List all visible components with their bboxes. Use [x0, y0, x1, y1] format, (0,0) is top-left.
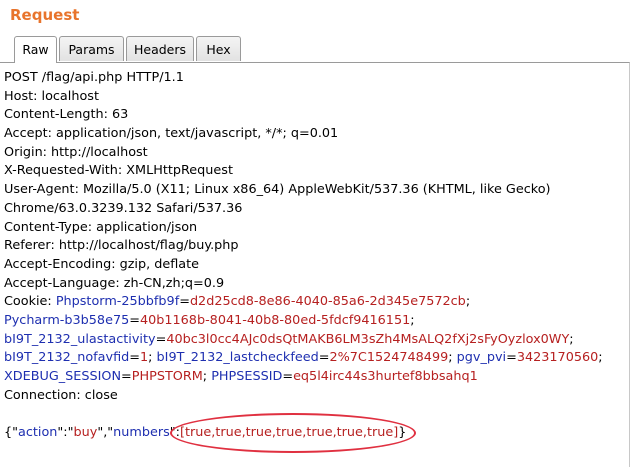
json-punct: {"	[4, 425, 19, 440]
header-connection: Connection: close	[4, 387, 118, 403]
cookie-key: PHPSESSID	[211, 369, 283, 384]
header-x-requested-with: X-Requested-With: XMLHttpRequest	[4, 163, 233, 179]
cookie-value: 3423170560	[516, 350, 599, 366]
request-line: POST /flag/api.php HTTP/1.1	[4, 70, 184, 85]
cookie-line: bI9T_2132_ulastactivity=40bc3l0cc4AJc0ds…	[4, 331, 574, 347]
json-key-numbers: numbers	[113, 425, 170, 440]
header-user-agent: User-Agent: Mozilla/5.0 (X11; Linux x86_…	[4, 182, 551, 198]
cookie-key: pgv_pvi	[456, 350, 507, 366]
json-punct: ","	[97, 425, 114, 440]
json-punct: ":	[169, 425, 180, 440]
tab-raw[interactable]: Raw	[14, 36, 57, 63]
cookie-key: Pycharm-b3b58e75	[4, 312, 130, 328]
header-user-agent-cont: Chrome/63.0.3239.132 Safari/537.36	[4, 200, 243, 216]
cookie-key: bI9T_2132_lastcheckfeed	[156, 350, 319, 366]
header-content-length: Content-Length: 63	[4, 107, 129, 123]
json-key-action: action	[18, 425, 58, 440]
header-accept: Accept: application/json, text/javascrip…	[4, 126, 339, 142]
json-punct: }	[398, 425, 407, 440]
cookie-value: 40b1168b-8041-40b8-80ed-5fdcf9416151	[139, 312, 411, 328]
cookie-line: XDEBUG_SESSION=PHPSTORM; PHPSESSID=eq5l4…	[4, 369, 478, 384]
cookie-key: Phpstorm-25bbfb9f	[55, 294, 180, 310]
cookie-value: 2%7C1524748499	[329, 350, 449, 366]
raw-request-editor[interactable]: POST /flag/api.php HTTP/1.1 Host: localh…	[0, 62, 630, 467]
cookie-line: bI9T_2132_nofavfid=1; bI9T_2132_lastchec…	[4, 350, 603, 366]
header-referer: Referer: http://localhost/flag/buy.php	[4, 238, 239, 254]
header-accept-language: Accept-Language: zh-CN,zh;q=0.9	[4, 275, 225, 291]
cookie-value: 40bc3l0cc4AJc0dsQtMAKB6LM3sZh4MsALQ2fXj2…	[166, 331, 570, 347]
header-host: Host: localhost	[4, 88, 99, 104]
json-punct: ":"	[57, 425, 74, 440]
request-tabs: Raw Params Headers Hex	[0, 36, 641, 63]
cookie-value: 1	[140, 350, 149, 366]
header-origin: Origin: http://localhost	[4, 144, 148, 160]
tab-hex[interactable]: Hex	[196, 36, 241, 61]
cookie-value: d2d25cd8-8e86-4040-85a6-2d345e7572cb	[189, 294, 466, 310]
cookie-line: Pycharm-b3b58e75=40b1168b-8041-40b8-80ed…	[4, 312, 415, 328]
json-value-action: buy	[73, 425, 98, 440]
header-accept-encoding: Accept-Encoding: gzip, deflate	[4, 256, 200, 272]
tab-headers[interactable]: Headers	[126, 36, 194, 61]
header-cookie: Cookie: Phpstorm-25bbfb9f=d2d25cd8-8e86-…	[4, 294, 471, 310]
json-value-numbers: [true,true,true,true,true,true,true]	[180, 425, 399, 440]
cookie-key: XDEBUG_SESSION	[4, 369, 122, 384]
request-panel-title: Request	[10, 6, 80, 24]
cookie-key: bI9T_2132_nofavfid	[4, 350, 130, 366]
cookie-key: bI9T_2132_ulastactivity	[4, 331, 156, 347]
cookie-label: Cookie:	[4, 294, 56, 310]
tab-params[interactable]: Params	[59, 36, 124, 61]
request-body: {"action":"buy","numbers":[true,true,tru…	[4, 424, 406, 442]
header-content-type: Content-Type: application/json	[4, 219, 198, 235]
cookie-value: PHPSTORM	[131, 369, 203, 384]
cookie-value: eq5l4irc44s3hurtef8bbsahq1	[293, 369, 478, 384]
